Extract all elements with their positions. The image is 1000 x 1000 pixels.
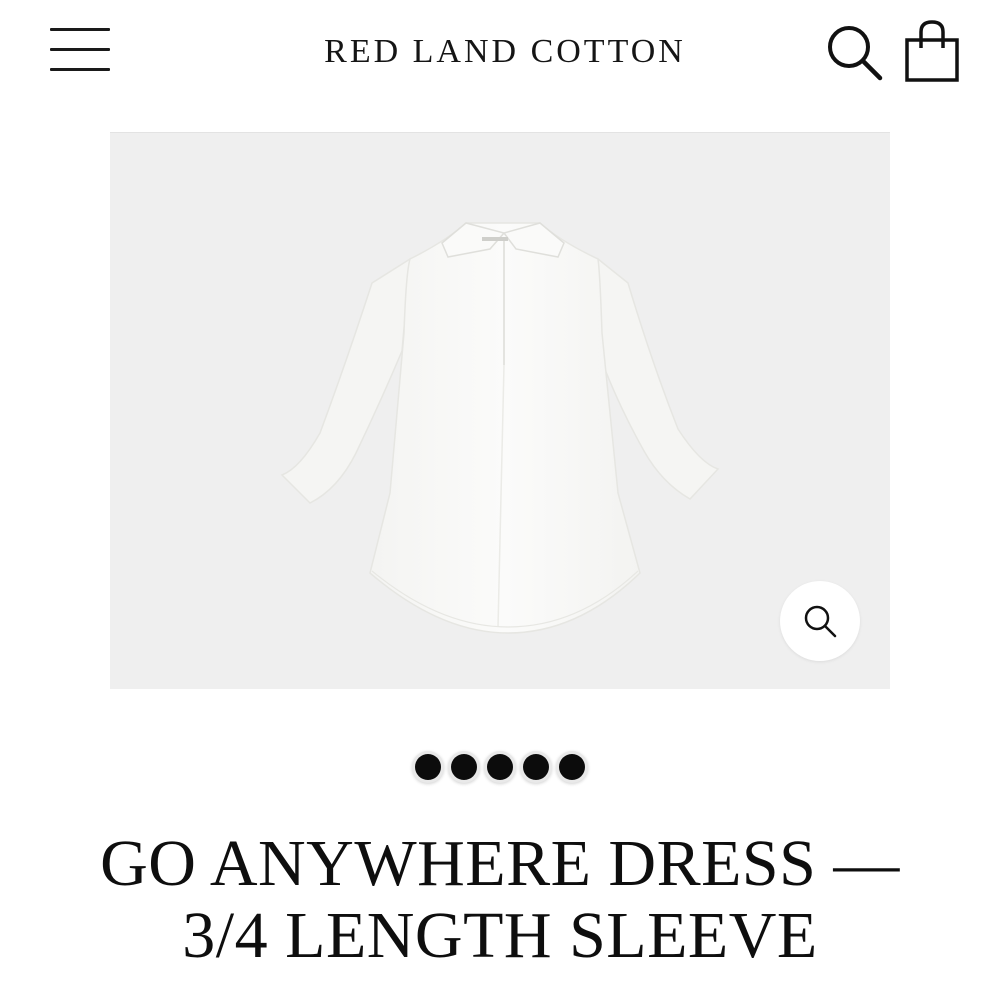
gallery-dot-5[interactable] [559, 754, 585, 780]
search-button[interactable] [824, 22, 886, 84]
gallery-pagination [0, 748, 1000, 786]
cart-button[interactable] [902, 18, 962, 84]
search-icon [828, 26, 883, 81]
product-image[interactable] [110, 133, 890, 689]
zoom-magnifier-icon [804, 605, 837, 638]
product-title-line-1: GO ANYWHERE DRESS — [100, 827, 900, 900]
menu-line [50, 28, 110, 31]
product-gallery[interactable] [110, 132, 890, 689]
menu-line [50, 48, 110, 51]
gallery-dot-1[interactable] [415, 754, 441, 780]
gallery-dot-3[interactable] [487, 754, 513, 780]
product-title-line-2: 3/4 LENGTH SLEEVE [182, 899, 818, 972]
menu-line [50, 68, 110, 71]
shopping-bag-icon [905, 20, 959, 82]
zoom-button[interactable] [780, 581, 860, 661]
menu-button[interactable] [48, 26, 112, 78]
product-title: GO ANYWHERE DRESS — 3/4 LENGTH SLEEVE [20, 828, 980, 972]
gallery-dot-2[interactable] [451, 754, 477, 780]
brand-logo[interactable]: RED LAND COTTON [250, 30, 760, 74]
gallery-dot-4[interactable] [523, 754, 549, 780]
site-header: RED LAND COTTON [0, 0, 1000, 104]
